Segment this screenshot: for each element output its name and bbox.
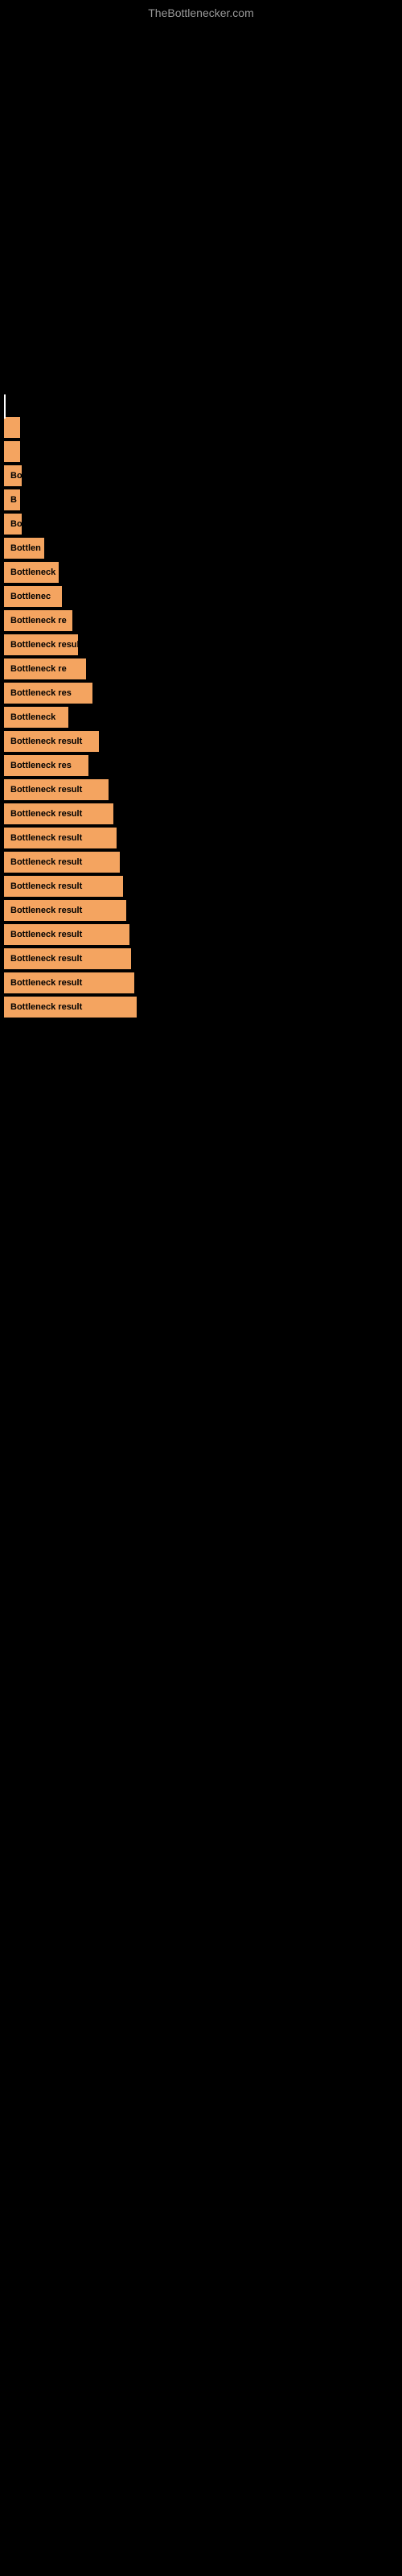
result-bar: Bottleneck res [4, 755, 88, 776]
result-bar: Bottleneck result [4, 779, 109, 800]
result-label: Bottleneck result [10, 906, 82, 915]
result-bar: Bottleneck result [4, 803, 113, 824]
result-row [4, 441, 398, 462]
result-row: Bottlenec [4, 586, 398, 607]
result-label: B [10, 495, 17, 505]
cursor-indicator [4, 394, 6, 419]
result-bar: Bottleneck re [4, 610, 72, 631]
result-label: Bo [10, 519, 22, 529]
result-row: Bottleneck result [4, 972, 398, 993]
result-bar: Bottleneck result [4, 972, 134, 993]
result-row: B [4, 489, 398, 510]
result-label: Bottleneck result [10, 954, 82, 964]
result-label: Bottleneck result [10, 930, 82, 939]
result-row: Bottlen [4, 538, 398, 559]
result-label: Bo [10, 471, 22, 481]
result-label: Bottleneck result [10, 881, 82, 891]
result-row: Bottleneck res [4, 683, 398, 704]
result-row: Bottleneck result [4, 876, 398, 897]
result-row: Bo [4, 514, 398, 535]
result-bar: Bottleneck resul [4, 634, 78, 655]
result-bar: Bottleneck result [4, 828, 117, 848]
result-row: Bottleneck r [4, 562, 398, 583]
result-label: Bottleneck re [10, 616, 67, 625]
result-bar [4, 441, 20, 462]
result-label: Bottleneck result [10, 978, 82, 988]
result-bar: Bottleneck [4, 707, 68, 728]
result-bar: Bottleneck result [4, 948, 131, 969]
result-label: Bottleneck result [10, 1002, 82, 1012]
result-bar: Bottleneck r [4, 562, 59, 583]
result-label: Bottlenec [10, 592, 51, 601]
result-bar: Bo [4, 514, 22, 535]
result-row: Bottleneck result [4, 997, 398, 1018]
result-bar [4, 417, 20, 438]
result-label: Bottleneck result [10, 833, 82, 843]
result-bar: Bottleneck res [4, 683, 92, 704]
result-row: Bottleneck result [4, 852, 398, 873]
result-label: Bottleneck res [10, 688, 72, 698]
result-label: Bottleneck result [10, 737, 82, 746]
result-bar: Bottleneck result [4, 731, 99, 752]
result-row: Bottleneck result [4, 948, 398, 969]
chart-area [0, 23, 402, 409]
result-row: Bottleneck result [4, 731, 398, 752]
result-row: Bottleneck result [4, 779, 398, 800]
result-bar: Bottlen [4, 538, 44, 559]
result-row: Bottleneck resul [4, 634, 398, 655]
result-row: Bottleneck [4, 707, 398, 728]
result-bar: Bottleneck result [4, 876, 123, 897]
result-row: Bottleneck re [4, 658, 398, 679]
result-label: Bottleneck res [10, 761, 72, 770]
result-label: Bottleneck result [10, 857, 82, 867]
result-row: Bo [4, 465, 398, 486]
result-row: Bottleneck re [4, 610, 398, 631]
result-bar: Bottleneck result [4, 924, 129, 945]
result-label: Bottlen [10, 543, 41, 553]
result-label: Bottleneck [10, 712, 55, 722]
result-bar: Bo [4, 465, 22, 486]
result-bar: Bottleneck result [4, 900, 126, 921]
result-row [4, 417, 398, 438]
result-bar: Bottleneck result [4, 997, 137, 1018]
result-label: Bottleneck result [10, 809, 82, 819]
site-title: TheBottlenecker.com [0, 0, 402, 23]
result-label: Bottleneck resul [10, 640, 78, 650]
results-list: Bo B Bo Bottlen Bottleneck r Bottlenec Bottlen… [0, 409, 402, 1029]
result-bar: Bottleneck result [4, 852, 120, 873]
result-bar: B [4, 489, 20, 510]
result-row: Bottleneck result [4, 900, 398, 921]
result-row: Bottleneck result [4, 803, 398, 824]
result-bar: Bottlenec [4, 586, 62, 607]
result-row: Bottleneck result [4, 924, 398, 945]
result-row: Bottleneck res [4, 755, 398, 776]
result-bar: Bottleneck re [4, 658, 86, 679]
result-label: Bottleneck re [10, 664, 67, 674]
result-label: Bottleneck r [10, 568, 59, 577]
result-label: Bottleneck result [10, 785, 82, 795]
result-row: Bottleneck result [4, 828, 398, 848]
